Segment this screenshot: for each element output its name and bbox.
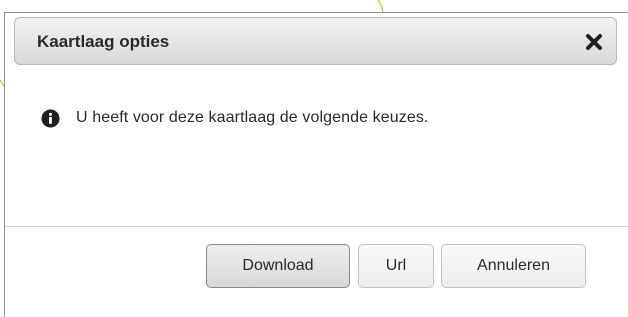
footer-divider [5, 226, 628, 227]
page-background: Kaartlaag opties U heeft voor deze kaart… [0, 0, 628, 317]
url-button[interactable]: Url [358, 244, 434, 288]
message-row: U heeft voor deze kaartlaag de volgende … [41, 106, 428, 130]
cancel-button[interactable]: Annuleren [441, 244, 586, 288]
close-button[interactable] [582, 30, 606, 54]
layer-options-dialog: Kaartlaag opties U heeft voor deze kaart… [4, 12, 628, 317]
info-circle-icon [41, 108, 60, 128]
dialog-title: Kaartlaag opties [37, 32, 170, 51]
dialog-message: U heeft voor deze kaartlaag de volgende … [76, 109, 429, 126]
dialog-titlebar[interactable]: Kaartlaag opties [14, 17, 617, 65]
close-x-icon[interactable] [582, 30, 606, 54]
download-button[interactable]: Download [206, 244, 350, 288]
